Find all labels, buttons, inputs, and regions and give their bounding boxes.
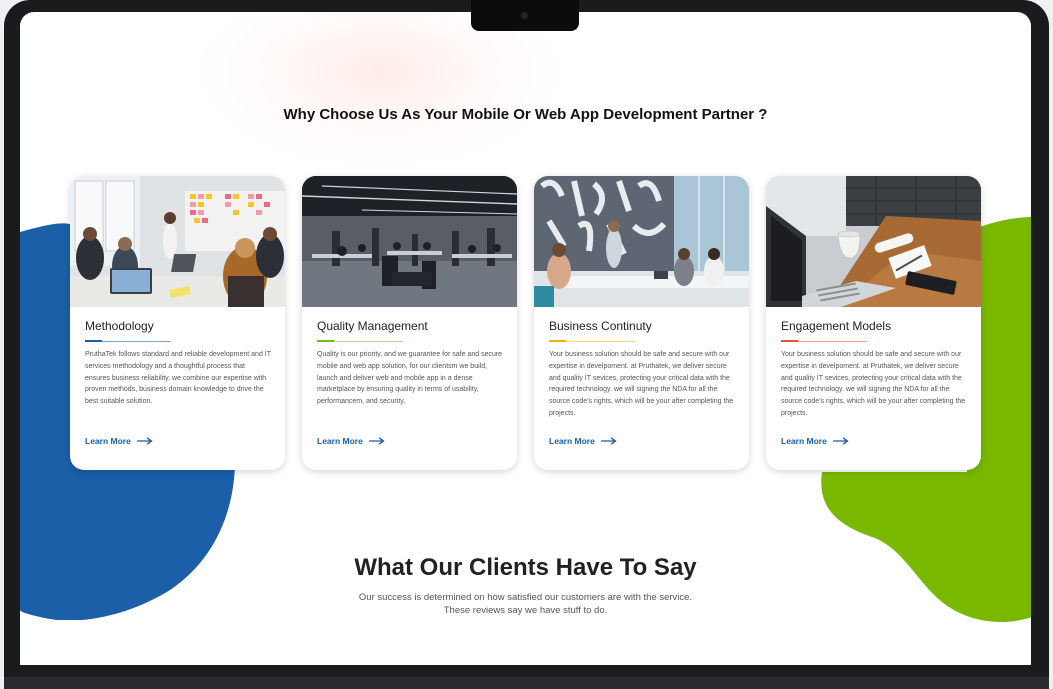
camera-icon: [521, 12, 528, 19]
card-description: Your business solution should be safe an…: [781, 351, 966, 417]
learn-more-link[interactable]: Learn More: [781, 436, 849, 446]
laptop-desk-photo: [766, 176, 981, 307]
arrow-right-icon: [832, 437, 849, 445]
testimonials-subtext: Our success is determined on how satisfi…: [358, 592, 693, 616]
arrow-right-icon: [600, 437, 617, 445]
card-description: Quality is our priority, and we guarante…: [317, 351, 503, 406]
learn-more-label: Learn More: [549, 436, 595, 446]
learn-more-link[interactable]: Learn More: [85, 436, 153, 446]
learn-more-link[interactable]: Learn More: [317, 436, 385, 446]
card-underline: [549, 340, 635, 342]
card-business-continuty: Business Continuty Your business solutio…: [534, 176, 749, 470]
card-underline: [317, 340, 403, 342]
card-title: Methodology: [85, 319, 154, 333]
card-quality-management: Quality Management Quality is our priori…: [302, 176, 517, 470]
testimonials-heading: What Our Clients Have To Say: [354, 554, 697, 581]
card-underline: [781, 340, 867, 342]
card-title: Engagement Models: [781, 319, 892, 333]
arrow-right-icon: [368, 437, 385, 445]
screen: Why Choose Us As Your Mobile Or Web App …: [20, 12, 1031, 665]
card-underline: [85, 340, 171, 342]
learn-more-label: Learn More: [85, 436, 131, 446]
laptop-base: [4, 677, 1049, 689]
card-description: Your business solution should be safe an…: [549, 351, 734, 417]
camera-notch: [471, 0, 579, 31]
laptop-frame: Why Choose Us As Your Mobile Or Web App …: [4, 0, 1049, 689]
card-description: PruthaTek follows standard and reliable …: [85, 351, 271, 406]
meeting-room-photo: [534, 176, 749, 307]
team-meeting-photo: [70, 176, 285, 307]
arrow-right-icon: [136, 437, 153, 445]
learn-more-link[interactable]: Learn More: [549, 436, 617, 446]
learn-more-label: Learn More: [317, 436, 363, 446]
learn-more-label: Learn More: [781, 436, 827, 446]
card-methodology: Methodology PruthaTek follows standard a…: [70, 176, 285, 470]
decorative-glow: [190, 12, 570, 172]
card-engagement-models: Engagement Models Your business solution…: [766, 176, 981, 470]
section-heading: Why Choose Us As Your Mobile Or Web App …: [283, 106, 768, 123]
card-title: Quality Management: [317, 319, 428, 333]
open-office-photo: [302, 176, 517, 307]
card-title: Business Continuty: [549, 319, 652, 333]
